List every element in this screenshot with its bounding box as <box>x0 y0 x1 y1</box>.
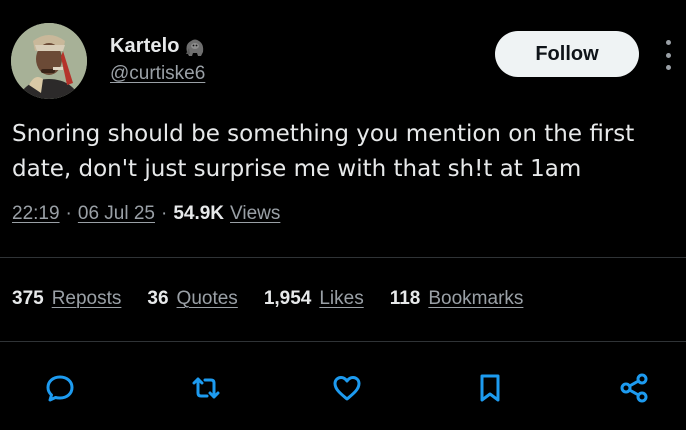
stat-likes[interactable]: 1,954 Likes <box>264 288 364 310</box>
stat-label: Likes <box>319 288 364 309</box>
separator-dot: · <box>161 203 168 224</box>
reply-button[interactable] <box>38 366 82 410</box>
stat-label: Quotes <box>176 288 238 309</box>
gorilla-emoji-icon <box>185 39 203 56</box>
more-options-icon[interactable] <box>658 40 678 70</box>
repost-arrows-icon <box>192 377 220 399</box>
stat-count: 36 <box>147 288 169 309</box>
stat-count: 375 <box>12 288 44 309</box>
tweet-card: Kartelo @curtiske6 Follow Snoring should… <box>0 0 686 430</box>
stat-bookmarks[interactable]: 118 Bookmarks <box>390 288 524 310</box>
heart-icon <box>333 376 361 401</box>
share-button[interactable] <box>612 366 656 410</box>
stat-reposts[interactable]: 375 Reposts <box>12 288 121 310</box>
author-display-name[interactable]: Kartelo <box>110 35 180 58</box>
avatar-photo-icon <box>11 23 87 99</box>
stat-count: 1,954 <box>263 288 312 309</box>
divider <box>0 341 686 342</box>
dot <box>665 52 671 58</box>
bookmark-icon <box>480 374 500 402</box>
stat-count: 118 <box>389 288 421 309</box>
follow-button[interactable]: Follow <box>495 31 639 77</box>
like-button[interactable] <box>325 366 369 410</box>
author-handle[interactable]: @curtiske6 <box>110 63 205 85</box>
stat-quotes[interactable]: 36 Quotes <box>147 288 237 310</box>
engagement-stats: 375 Reposts 36 Quotes 1,954 Likes 118 Bo… <box>12 288 523 310</box>
bookmark-button[interactable] <box>468 366 512 410</box>
tweet-text: Snoring should be something you mention … <box>12 121 635 182</box>
speech-bubble-icon <box>46 375 74 402</box>
divider <box>0 257 686 258</box>
views-count: 54.9K <box>173 203 225 224</box>
separator-dot: · <box>65 203 72 224</box>
tweet-meta: 22:19 · 06 Jul 25 · 54.9K Views <box>12 203 280 225</box>
tweet-time[interactable]: 22:19 <box>12 203 60 225</box>
author-name-row: Kartelo <box>110 35 207 58</box>
stat-label: Reposts <box>51 288 122 309</box>
views-label[interactable]: Views <box>230 203 280 225</box>
avatar[interactable] <box>11 23 87 99</box>
dot <box>665 65 671 70</box>
repost-button[interactable] <box>184 366 228 410</box>
action-bar <box>0 366 686 410</box>
stat-label: Bookmarks <box>428 288 524 309</box>
tweet-date[interactable]: 06 Jul 25 <box>78 203 155 225</box>
share-icon <box>620 373 648 403</box>
dot <box>665 40 671 45</box>
